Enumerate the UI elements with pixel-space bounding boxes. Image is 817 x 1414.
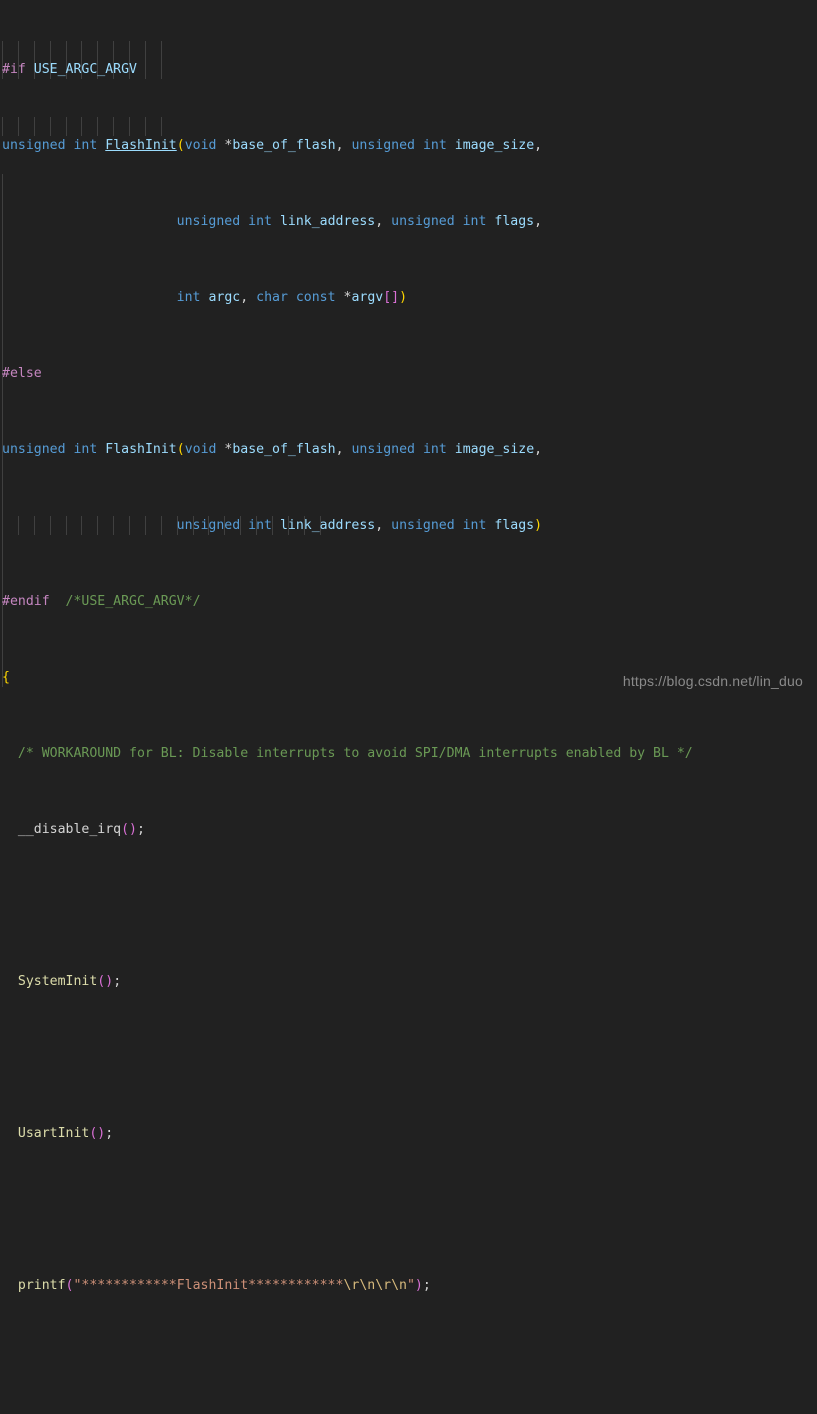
code-line[interactable]: __disable_irq(); [0, 820, 817, 839]
code-content[interactable]: #if USE_ARGC_ARGV unsigned int FlashInit… [0, 3, 817, 1414]
code-line[interactable] [0, 1048, 817, 1067]
code-line[interactable] [0, 1200, 817, 1219]
watermark-url: https://blog.csdn.net/lin_duo [622, 673, 803, 689]
code-line[interactable]: UsartInit(); [0, 1124, 817, 1143]
code-line[interactable]: unsigned int FlashInit(void *base_of_fla… [0, 136, 817, 155]
code-line[interactable]: unsigned int link_address, unsigned int … [0, 212, 817, 231]
code-line[interactable]: #else [0, 364, 817, 383]
code-line[interactable]: int argc, char const *argv[]) [0, 288, 817, 307]
code-line[interactable]: /* WORKAROUND for BL: Disable interrupts… [0, 744, 817, 763]
code-line[interactable]: unsigned int FlashInit(void *base_of_fla… [0, 440, 817, 459]
code-editor-pane[interactable]: #if USE_ARGC_ARGV unsigned int FlashInit… [0, 0, 817, 1293]
code-line[interactable] [0, 1352, 817, 1371]
code-line[interactable] [0, 896, 817, 915]
code-line[interactable]: #endif /*USE_ARGC_ARGV*/ [0, 592, 817, 611]
code-line[interactable]: SystemInit(); [0, 972, 817, 991]
code-line[interactable]: #if USE_ARGC_ARGV [0, 60, 817, 79]
code-line[interactable]: printf("************FlashInit***********… [0, 1276, 817, 1295]
code-line[interactable]: unsigned int link_address, unsigned int … [0, 516, 817, 535]
